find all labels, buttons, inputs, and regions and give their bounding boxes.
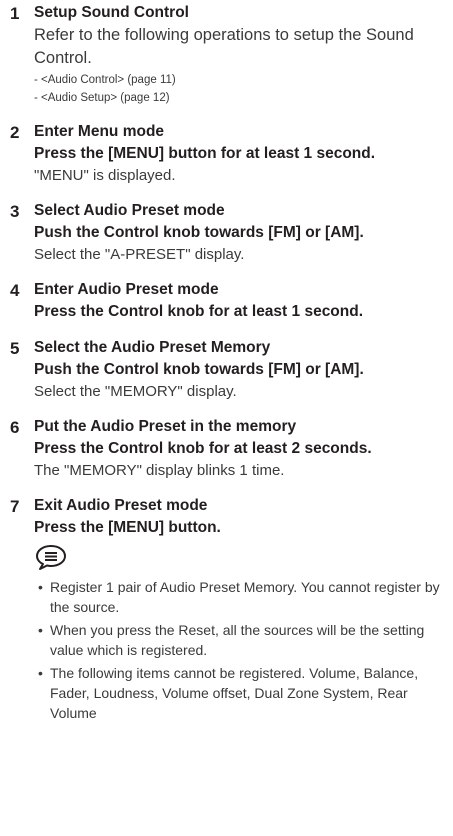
list-item: • Register 1 pair of Audio Preset Memory…	[34, 577, 450, 617]
note-text: Register 1 pair of Audio Preset Memory. …	[50, 579, 440, 615]
step-description: Select the "A-PRESET" display.	[34, 246, 245, 263]
step-instruction: Press the [MENU] button for at least 1 s…	[34, 145, 376, 162]
step-description: The "MEMORY" display blinks 1 time.	[34, 462, 285, 479]
bullet: •	[38, 622, 43, 638]
step-title: Exit Audio Preset mode	[34, 497, 208, 514]
step-description: Refer to the following operations to set…	[34, 26, 414, 67]
reference-link-audio-setup[interactable]: - <Audio Setup> (page 12)	[34, 89, 453, 107]
step-6: 6 Put the Audio Preset in the memory Pre…	[0, 416, 453, 481]
step-4: 4 Enter Audio Preset mode Press the Cont…	[0, 279, 453, 323]
notes-list: • Register 1 pair of Audio Preset Memory…	[34, 577, 453, 723]
step-1: 1 Setup Sound Control Refer to the follo…	[0, 2, 453, 107]
step-title: Enter Audio Preset mode	[34, 281, 219, 298]
step-title: Select the Audio Preset Memory	[34, 339, 271, 356]
step-number: 7	[10, 497, 20, 516]
step-instruction: Press the [MENU] button.	[34, 519, 221, 536]
note-text: When you press the Reset, all the source…	[50, 622, 425, 658]
step-title: Setup Sound Control	[34, 4, 189, 21]
step-instruction: Push the Control knob towards [FM] or [A…	[34, 361, 364, 378]
step-instruction: Push the Control knob towards [FM] or [A…	[34, 224, 364, 241]
step-5: 5 Select the Audio Preset Memory Push th…	[0, 337, 453, 402]
step-title: Select Audio Preset mode	[34, 202, 225, 219]
step-number: 3	[10, 202, 20, 221]
list-item: • The following items cannot be register…	[34, 663, 450, 723]
step-number: 4	[10, 281, 20, 300]
step-number: 5	[10, 339, 20, 358]
bullet: •	[38, 579, 43, 595]
step-instruction: Press the Control knob for at least 1 se…	[34, 303, 364, 320]
step-7: 7 Exit Audio Preset mode Press the [MENU…	[0, 495, 453, 723]
step-number: 6	[10, 418, 20, 437]
step-description: Select the "MEMORY" display.	[34, 383, 237, 400]
bullet: •	[38, 665, 43, 681]
step-number: 2	[10, 123, 20, 142]
note-text: The following items cannot be registered…	[50, 665, 419, 721]
step-title: Put the Audio Preset in the memory	[34, 418, 297, 435]
reference-link-audio-control[interactable]: - <Audio Control> (page 11)	[34, 71, 453, 89]
step-instruction: Press the Control knob for at least 2 se…	[34, 440, 372, 457]
manual-page: 1 Setup Sound Control Refer to the follo…	[0, 0, 453, 836]
step-2: 2 Enter Menu mode Press the [MENU] butto…	[0, 121, 453, 186]
step-3: 3 Select Audio Preset mode Push the Cont…	[0, 200, 453, 265]
step-description: "MENU" is displayed.	[34, 167, 176, 184]
step-number: 1	[10, 4, 20, 23]
list-item: • When you press the Reset, all the sour…	[34, 620, 450, 660]
step-title: Enter Menu mode	[34, 123, 165, 140]
note-icon	[34, 543, 68, 571]
reference-links: - <Audio Control> (page 11) - <Audio Set…	[34, 71, 453, 107]
